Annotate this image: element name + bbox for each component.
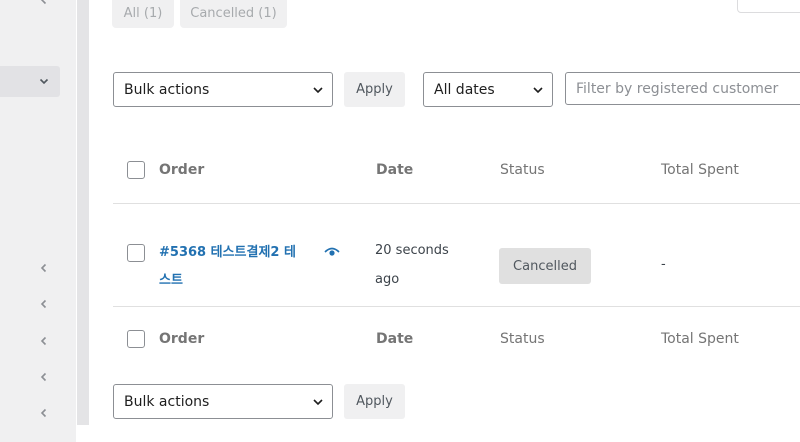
bulk-actions-select[interactable]: Bulk actions <box>113 72 333 107</box>
chevron-down-icon <box>313 87 323 94</box>
filter-cancelled-tab[interactable]: Cancelled (1) <box>180 0 287 28</box>
chevron-left-icon[interactable] <box>38 371 50 383</box>
column-header-date[interactable]: Date <box>376 162 413 178</box>
table-divider <box>113 203 800 204</box>
chevron-down-icon <box>38 75 50 87</box>
sidebar-item-active[interactable] <box>0 66 60 97</box>
order-link[interactable]: #5368 테스트결제2 테 스트 <box>159 239 309 295</box>
column-header-order[interactable]: Order <box>159 162 204 178</box>
order-title-line1: #5368 테스트결제2 테 <box>159 245 296 260</box>
order-date: 20 seconds ago <box>375 236 465 294</box>
sidebar-scrollbar-thumb[interactable] <box>77 0 89 425</box>
customer-filter-placeholder: Filter by registered customer <box>576 80 779 97</box>
bulk-actions-value: Bulk actions <box>124 81 210 98</box>
apply-label: Apply <box>356 82 393 97</box>
select-all-checkbox-footer[interactable] <box>127 330 145 348</box>
column-header-total: Total Spent <box>661 162 739 178</box>
order-title-line2: 스트 <box>159 273 183 288</box>
date-filter-value: All dates <box>434 81 495 98</box>
apply-label-bottom: Apply <box>356 394 393 409</box>
column-footer-order[interactable]: Order <box>159 331 204 347</box>
column-footer-date[interactable]: Date <box>376 331 413 347</box>
bulk-actions-value-bottom: Bulk actions <box>124 393 210 410</box>
apply-button[interactable]: Apply <box>344 72 405 107</box>
orders-content: All (1) Cancelled (1) Bulk actions Apply… <box>90 0 800 442</box>
row-checkbox[interactable] <box>127 244 145 262</box>
eye-icon[interactable] <box>324 246 340 258</box>
status-badge: Cancelled <box>499 248 591 284</box>
filter-all-label: All (1) <box>123 5 163 21</box>
chevron-left-icon[interactable] <box>38 335 50 347</box>
filter-all-tab[interactable]: All (1) <box>112 0 174 28</box>
table-divider <box>113 306 800 307</box>
column-footer-total: Total Spent <box>661 331 739 347</box>
chevron-down-icon <box>313 399 323 406</box>
search-box[interactable] <box>737 0 800 13</box>
status-label: Cancelled <box>513 258 577 274</box>
order-date-line2: ago <box>375 272 400 287</box>
date-filter-select[interactable]: All dates <box>423 72 553 107</box>
chevron-left-icon[interactable] <box>38 407 50 419</box>
bulk-actions-select-bottom[interactable]: Bulk actions <box>113 384 333 419</box>
select-all-checkbox[interactable] <box>127 161 145 179</box>
chevron-down-icon <box>533 87 543 94</box>
filter-cancelled-label: Cancelled (1) <box>190 5 277 21</box>
chevron-left-icon[interactable] <box>38 0 50 6</box>
customer-filter-input[interactable]: Filter by registered customer <box>565 72 800 105</box>
column-footer-status: Status <box>500 331 545 347</box>
apply-button-bottom[interactable]: Apply <box>344 384 405 419</box>
chevron-left-icon[interactable] <box>38 262 50 274</box>
total-spent-value: - <box>661 257 666 272</box>
order-date-line1: 20 seconds <box>375 243 449 258</box>
column-header-status: Status <box>500 162 545 178</box>
chevron-left-icon[interactable] <box>38 298 50 310</box>
